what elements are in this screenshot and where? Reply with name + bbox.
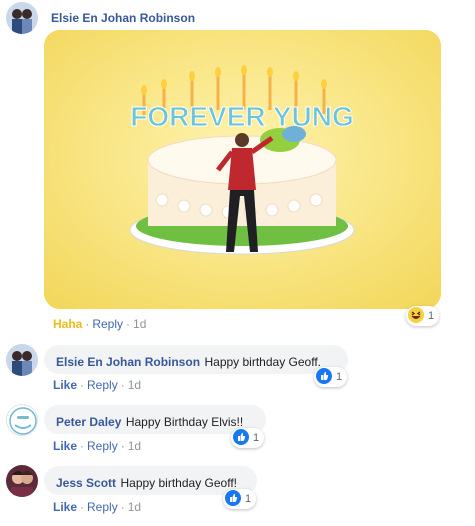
separator: · [126,317,131,331]
gif-overlay-text: FOREVER YUNG [130,101,354,132]
reply-link[interactable]: Reply [92,317,123,331]
reaction-count: 1 [253,432,260,444]
like-link[interactable]: Like [53,439,77,453]
comment-reaction-count[interactable]: 1 [231,428,265,448]
like-thumb-icon [225,489,241,509]
reaction-count: 1 [428,310,435,322]
haha-emoji-icon [408,306,424,326]
timestamp[interactable]: 1d [128,439,141,453]
comment-reaction-count[interactable]: 1 [314,367,348,387]
separator: · [80,500,85,514]
reply-link[interactable]: Reply [87,439,118,453]
timestamp[interactable]: 1d [133,317,146,331]
comment-avatar[interactable] [6,465,38,497]
post-author[interactable]: Elsie En Johan Robinson [51,11,195,25]
comment-reaction-count[interactable]: 1 [223,489,257,509]
comment-bubble: Elsie En Johan Robinson Happy birthday G… [44,345,348,374]
comment-author[interactable]: Peter Daley [56,415,121,429]
like-thumb-icon [316,367,332,387]
comment-avatar[interactable] [6,344,38,376]
separator: · [80,378,85,392]
comment-actions: Like · Reply · 1d [53,378,141,392]
like-link[interactable]: Like [53,500,77,514]
comment-avatar[interactable] [6,404,38,436]
post-avatar[interactable] [6,2,38,34]
separator: · [85,317,90,331]
birthday-gif[interactable]: FOREVER YUNG [44,30,441,309]
comment-actions: Like · Reply · 1d [53,439,141,453]
comment-author[interactable]: Jess Scott [56,476,116,490]
comment-text: Happy birthday Geoff. [204,355,321,369]
reaction-count: 1 [336,371,343,383]
separator: · [120,500,125,514]
comment-text: Happy birthday Geoff! [120,476,237,490]
comment-text: Happy Birthday Elvis!! [125,415,244,429]
timestamp[interactable]: 1d [128,378,141,392]
separator: · [80,439,85,453]
reply-link[interactable]: Reply [87,378,118,392]
comment-actions: Like · Reply · 1d [53,500,141,514]
reaction-count: 1 [245,493,252,505]
timestamp[interactable]: 1d [128,500,141,514]
reply-link[interactable]: Reply [87,500,118,514]
separator: · [120,439,125,453]
separator: · [120,378,125,392]
like-link[interactable]: Like [53,378,77,392]
post-reaction-count[interactable]: 1 [406,306,440,326]
like-thumb-icon [233,428,249,448]
comment-author[interactable]: Elsie En Johan Robinson [56,355,200,369]
post-actions: Haha · Reply · 1d [53,317,146,331]
haha-reaction-link[interactable]: Haha [53,317,82,331]
